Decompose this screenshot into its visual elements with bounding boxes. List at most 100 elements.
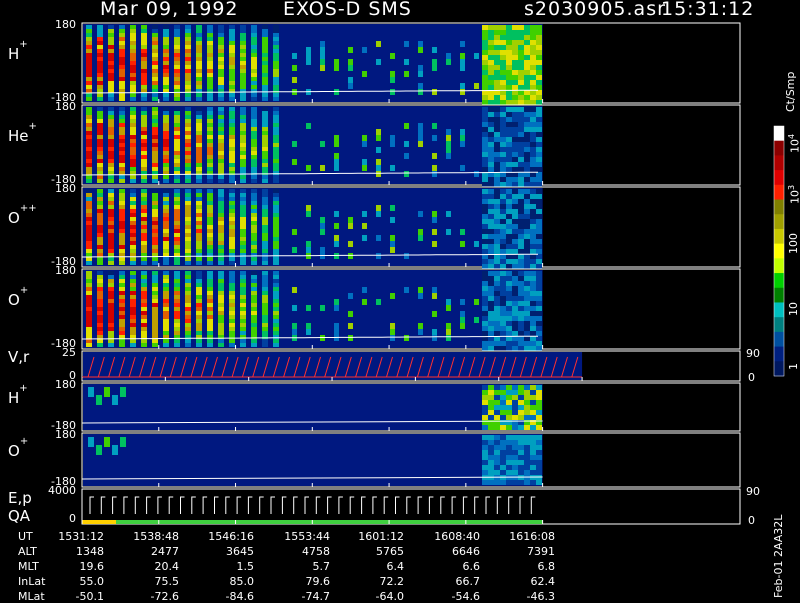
spectrogram-cell bbox=[273, 311, 279, 315]
spectrogram-cell bbox=[86, 271, 92, 275]
spectrogram-cell bbox=[488, 229, 494, 234]
spectrogram-cell bbox=[262, 323, 268, 327]
spectrogram-cell bbox=[240, 37, 246, 41]
spectrogram-cell bbox=[273, 33, 279, 37]
spectrogram-cell bbox=[506, 249, 512, 254]
spectrogram-cell bbox=[174, 257, 180, 261]
spectrogram-cell bbox=[86, 37, 92, 41]
spectrogram-cell bbox=[536, 85, 542, 90]
spectrogram-cell bbox=[152, 85, 158, 89]
spectrogram-cell bbox=[512, 435, 518, 440]
spectrogram-cell bbox=[506, 276, 512, 281]
spectrogram-cell bbox=[320, 53, 325, 59]
spectrogram-cell bbox=[500, 306, 506, 311]
spectrogram-cell bbox=[130, 25, 136, 29]
spectrogram-cell bbox=[482, 311, 488, 316]
spectrogram-cell bbox=[482, 455, 488, 460]
spectrogram-cell bbox=[512, 445, 518, 450]
spectrogram-cell bbox=[482, 440, 488, 445]
spectrogram-cell bbox=[530, 209, 536, 214]
spectrogram-cell bbox=[152, 135, 158, 139]
spectrogram-cell bbox=[86, 179, 92, 183]
spectrogram-cell bbox=[119, 271, 125, 275]
spectrogram-cell bbox=[474, 53, 479, 59]
spectrogram-cell bbox=[482, 117, 488, 122]
spectrogram-cell bbox=[141, 57, 147, 61]
spectrogram-cell bbox=[418, 89, 423, 95]
spectrogram-cell bbox=[196, 291, 202, 295]
spectrogram-cell bbox=[512, 95, 518, 100]
spectrogram-cell bbox=[273, 287, 279, 291]
spectrogram-cell bbox=[108, 81, 114, 85]
spectrogram-cell bbox=[488, 455, 494, 460]
spectrogram-cell bbox=[163, 221, 169, 225]
spectrogram-cell bbox=[446, 229, 451, 235]
spectrogram-cell bbox=[500, 112, 506, 117]
spectrogram-cell bbox=[130, 261, 136, 265]
spectrogram-cell bbox=[494, 75, 500, 80]
spectrogram-cell bbox=[163, 291, 169, 295]
spectrogram-cell bbox=[108, 213, 114, 217]
spectrogram-cell bbox=[86, 61, 92, 65]
spectrogram-cell bbox=[152, 193, 158, 197]
spectrogram-cell bbox=[152, 37, 158, 41]
spectrogram-cell bbox=[86, 139, 92, 143]
spectrogram-cell bbox=[196, 299, 202, 303]
spectrogram-cell bbox=[518, 460, 524, 465]
spectrogram-cell bbox=[536, 415, 542, 420]
spectrogram-cell bbox=[229, 299, 235, 303]
spectrogram-cell bbox=[488, 415, 494, 420]
spectrogram-cell bbox=[482, 450, 488, 455]
spectrogram-cell bbox=[530, 152, 536, 157]
footer-cell: 7391 bbox=[527, 545, 555, 558]
spectrogram-cell bbox=[163, 93, 169, 97]
footer-cell: 1546:16 bbox=[208, 530, 254, 543]
spectrogram-cell bbox=[500, 249, 506, 254]
spectrogram-cell bbox=[506, 390, 512, 395]
spectrogram-cell bbox=[432, 65, 437, 71]
spectrogram-cell bbox=[207, 151, 213, 155]
spectrogram-cell bbox=[97, 131, 103, 135]
spectrogram-cell bbox=[273, 119, 279, 123]
spectrogram-cell bbox=[130, 33, 136, 37]
spectrogram-cell bbox=[174, 115, 180, 119]
spectrogram-cell bbox=[174, 275, 180, 279]
spectrogram-cell bbox=[120, 387, 126, 397]
spectrogram-cell bbox=[108, 339, 114, 343]
spectrogram-cell bbox=[97, 271, 103, 275]
spectrogram-cell bbox=[262, 159, 268, 163]
spectrogram-cell bbox=[163, 261, 169, 265]
spectrogram-cell bbox=[218, 159, 224, 163]
spectrogram-cell bbox=[512, 107, 518, 112]
spectrogram-cell bbox=[141, 77, 147, 81]
spectrogram-cell bbox=[130, 271, 136, 275]
spectrogram-cell bbox=[488, 346, 494, 351]
spectrogram-cell bbox=[482, 465, 488, 470]
spectrogram-cell bbox=[163, 205, 169, 209]
spectrogram-cell bbox=[86, 303, 92, 307]
spectrogram-cell bbox=[432, 89, 437, 95]
spectrogram-cell bbox=[119, 287, 125, 291]
spectrogram-cell bbox=[86, 319, 92, 323]
spectrogram-cell bbox=[229, 115, 235, 119]
spectrogram-cell bbox=[86, 29, 92, 33]
spectrogram-cell bbox=[262, 205, 268, 209]
spectrogram-cell bbox=[536, 254, 542, 259]
spectrogram-cell bbox=[229, 37, 235, 41]
spectrogram-cell bbox=[460, 165, 465, 171]
spectrogram-cell bbox=[152, 127, 158, 131]
spectrogram-cell bbox=[306, 59, 311, 65]
spectrogram-cell bbox=[262, 115, 268, 119]
spectrogram-cell bbox=[196, 229, 202, 233]
spectrogram-cell bbox=[536, 65, 542, 70]
spectrogram-cell bbox=[362, 71, 367, 77]
spectrogram-cell bbox=[119, 37, 125, 41]
footer-cell: 1.5 bbox=[236, 560, 255, 573]
spectrogram-cell bbox=[512, 264, 518, 269]
spectrogram-cell bbox=[530, 137, 536, 142]
spectrogram-cell bbox=[524, 264, 530, 269]
spectrogram-cell bbox=[97, 189, 103, 193]
spectrogram-cell bbox=[512, 204, 518, 209]
spectrogram-cell bbox=[494, 107, 500, 112]
spectrogram-cell bbox=[152, 233, 158, 237]
